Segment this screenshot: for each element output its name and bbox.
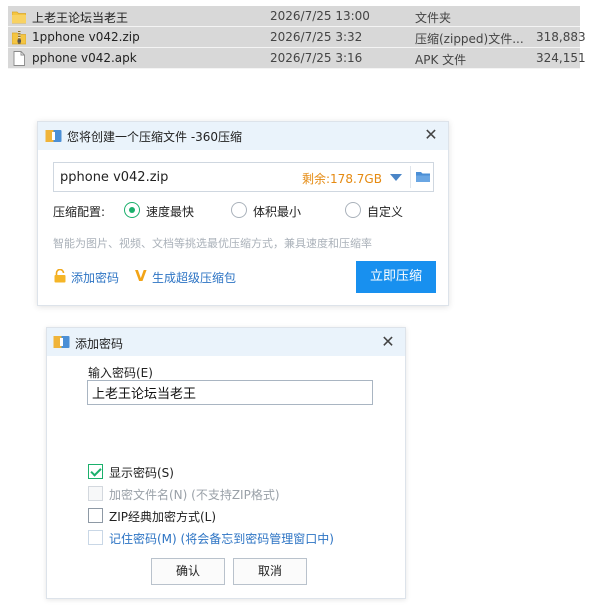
file-row[interactable]: 上老王论坛当老王 2026/7/25 13:00 文件夹 [8, 6, 580, 27]
zip-icon [12, 31, 26, 45]
file-list: 上老王论坛当老王 2026/7/25 13:00 文件夹 1pphone v04… [8, 6, 586, 69]
disk-remaining: 剩余:178.7GB [302, 172, 382, 186]
close-button[interactable]: ✕ [422, 126, 440, 144]
compress-hint: 智能为图片、视频、文档等挑选最优压缩方式，兼具速度和压缩率 [53, 237, 372, 250]
ok-button[interactable]: 确认 [151, 558, 225, 585]
chevron-down-icon[interactable] [390, 174, 402, 181]
file-size: 318,883 [536, 30, 586, 44]
lock-icon [54, 269, 66, 283]
file-icon [13, 51, 25, 66]
super-package-label[interactable]: 生成超级压缩包 [152, 269, 236, 286]
radio-circle[interactable] [345, 202, 361, 218]
checkbox-label: 显示密码(S) [109, 466, 174, 480]
checkbox-label: ZIP经典加密方式(L) [109, 510, 217, 524]
checkbox-label: 加密文件名(N) (不支持ZIP格式) [109, 488, 280, 502]
archive-app-icon [53, 336, 70, 348]
add-password-label[interactable]: 添加密码 [71, 269, 119, 286]
file-name: 上老王论坛当老王 [32, 11, 129, 25]
file-row[interactable]: pphone v042.apk 2026/7/25 3:16 APK 文件 32… [8, 48, 586, 69]
file-size: 324,151 [536, 51, 586, 65]
checkbox-box [88, 486, 103, 501]
radio-label: 速度最快 [146, 205, 195, 219]
file-date: 2026/7/25 13:00 [270, 9, 370, 23]
dialog-titlebar[interactable]: 添加密码 ✕ [47, 328, 405, 356]
dialog-titlebar[interactable]: 您将创建一个压缩文件 -360压缩 ✕ [38, 122, 448, 150]
compress-dialog: 您将创建一个压缩文件 -360压缩 ✕ pphone v042.zip 剩余:1… [37, 121, 449, 306]
file-name: pphone v042.apk [32, 51, 137, 65]
compress-now-button[interactable]: 立即压缩 [356, 261, 436, 293]
divider [410, 166, 411, 188]
file-name: 1pphone v042.zip [32, 30, 140, 44]
file-date: 2026/7/25 3:32 [270, 30, 363, 44]
checkbox-box[interactable] [88, 508, 103, 523]
archive-name-field[interactable]: pphone v042.zip 剩余:178.7GB [53, 162, 434, 192]
vip-v-icon: V [135, 267, 147, 285]
dialog-title: 添加密码 [75, 337, 124, 351]
file-type: 压缩(zipped)文件... [415, 32, 524, 46]
checkbox-box[interactable] [88, 530, 103, 545]
checkbox-box[interactable] [88, 464, 103, 479]
close-button[interactable]: ✕ [379, 333, 397, 351]
add-password-dialog: 添加密码 ✕ 输入密码(E) 显示密码(S) 加密文件名(N) (不支持ZIP格… [46, 327, 406, 599]
archive-name-value[interactable]: pphone v042.zip [60, 170, 168, 185]
browse-folder-icon[interactable] [415, 169, 431, 184]
dialog-title: 您将创建一个压缩文件 -360压缩 [67, 130, 243, 144]
password-input[interactable] [87, 380, 373, 405]
file-row[interactable]: 1pphone v042.zip 2026/7/25 3:32 压缩(zippe… [8, 27, 586, 48]
radio-circle[interactable] [231, 202, 247, 218]
file-type: APK 文件 [415, 53, 467, 67]
radio-label: 体积最小 [253, 205, 302, 219]
folder-icon [12, 11, 26, 24]
password-label: 输入密码(E) [88, 366, 153, 380]
compress-config-label: 压缩配置: [53, 205, 106, 219]
cancel-button[interactable]: 取消 [233, 558, 307, 585]
file-type: 文件夹 [415, 11, 452, 25]
radio-label: 自定义 [367, 205, 404, 219]
radio-circle[interactable] [124, 202, 140, 218]
file-date: 2026/7/25 3:16 [270, 51, 363, 65]
checkbox-label: 记住密码(M) (将会备忘到密码管理窗口中) [109, 532, 334, 546]
archive-app-icon [45, 130, 62, 142]
